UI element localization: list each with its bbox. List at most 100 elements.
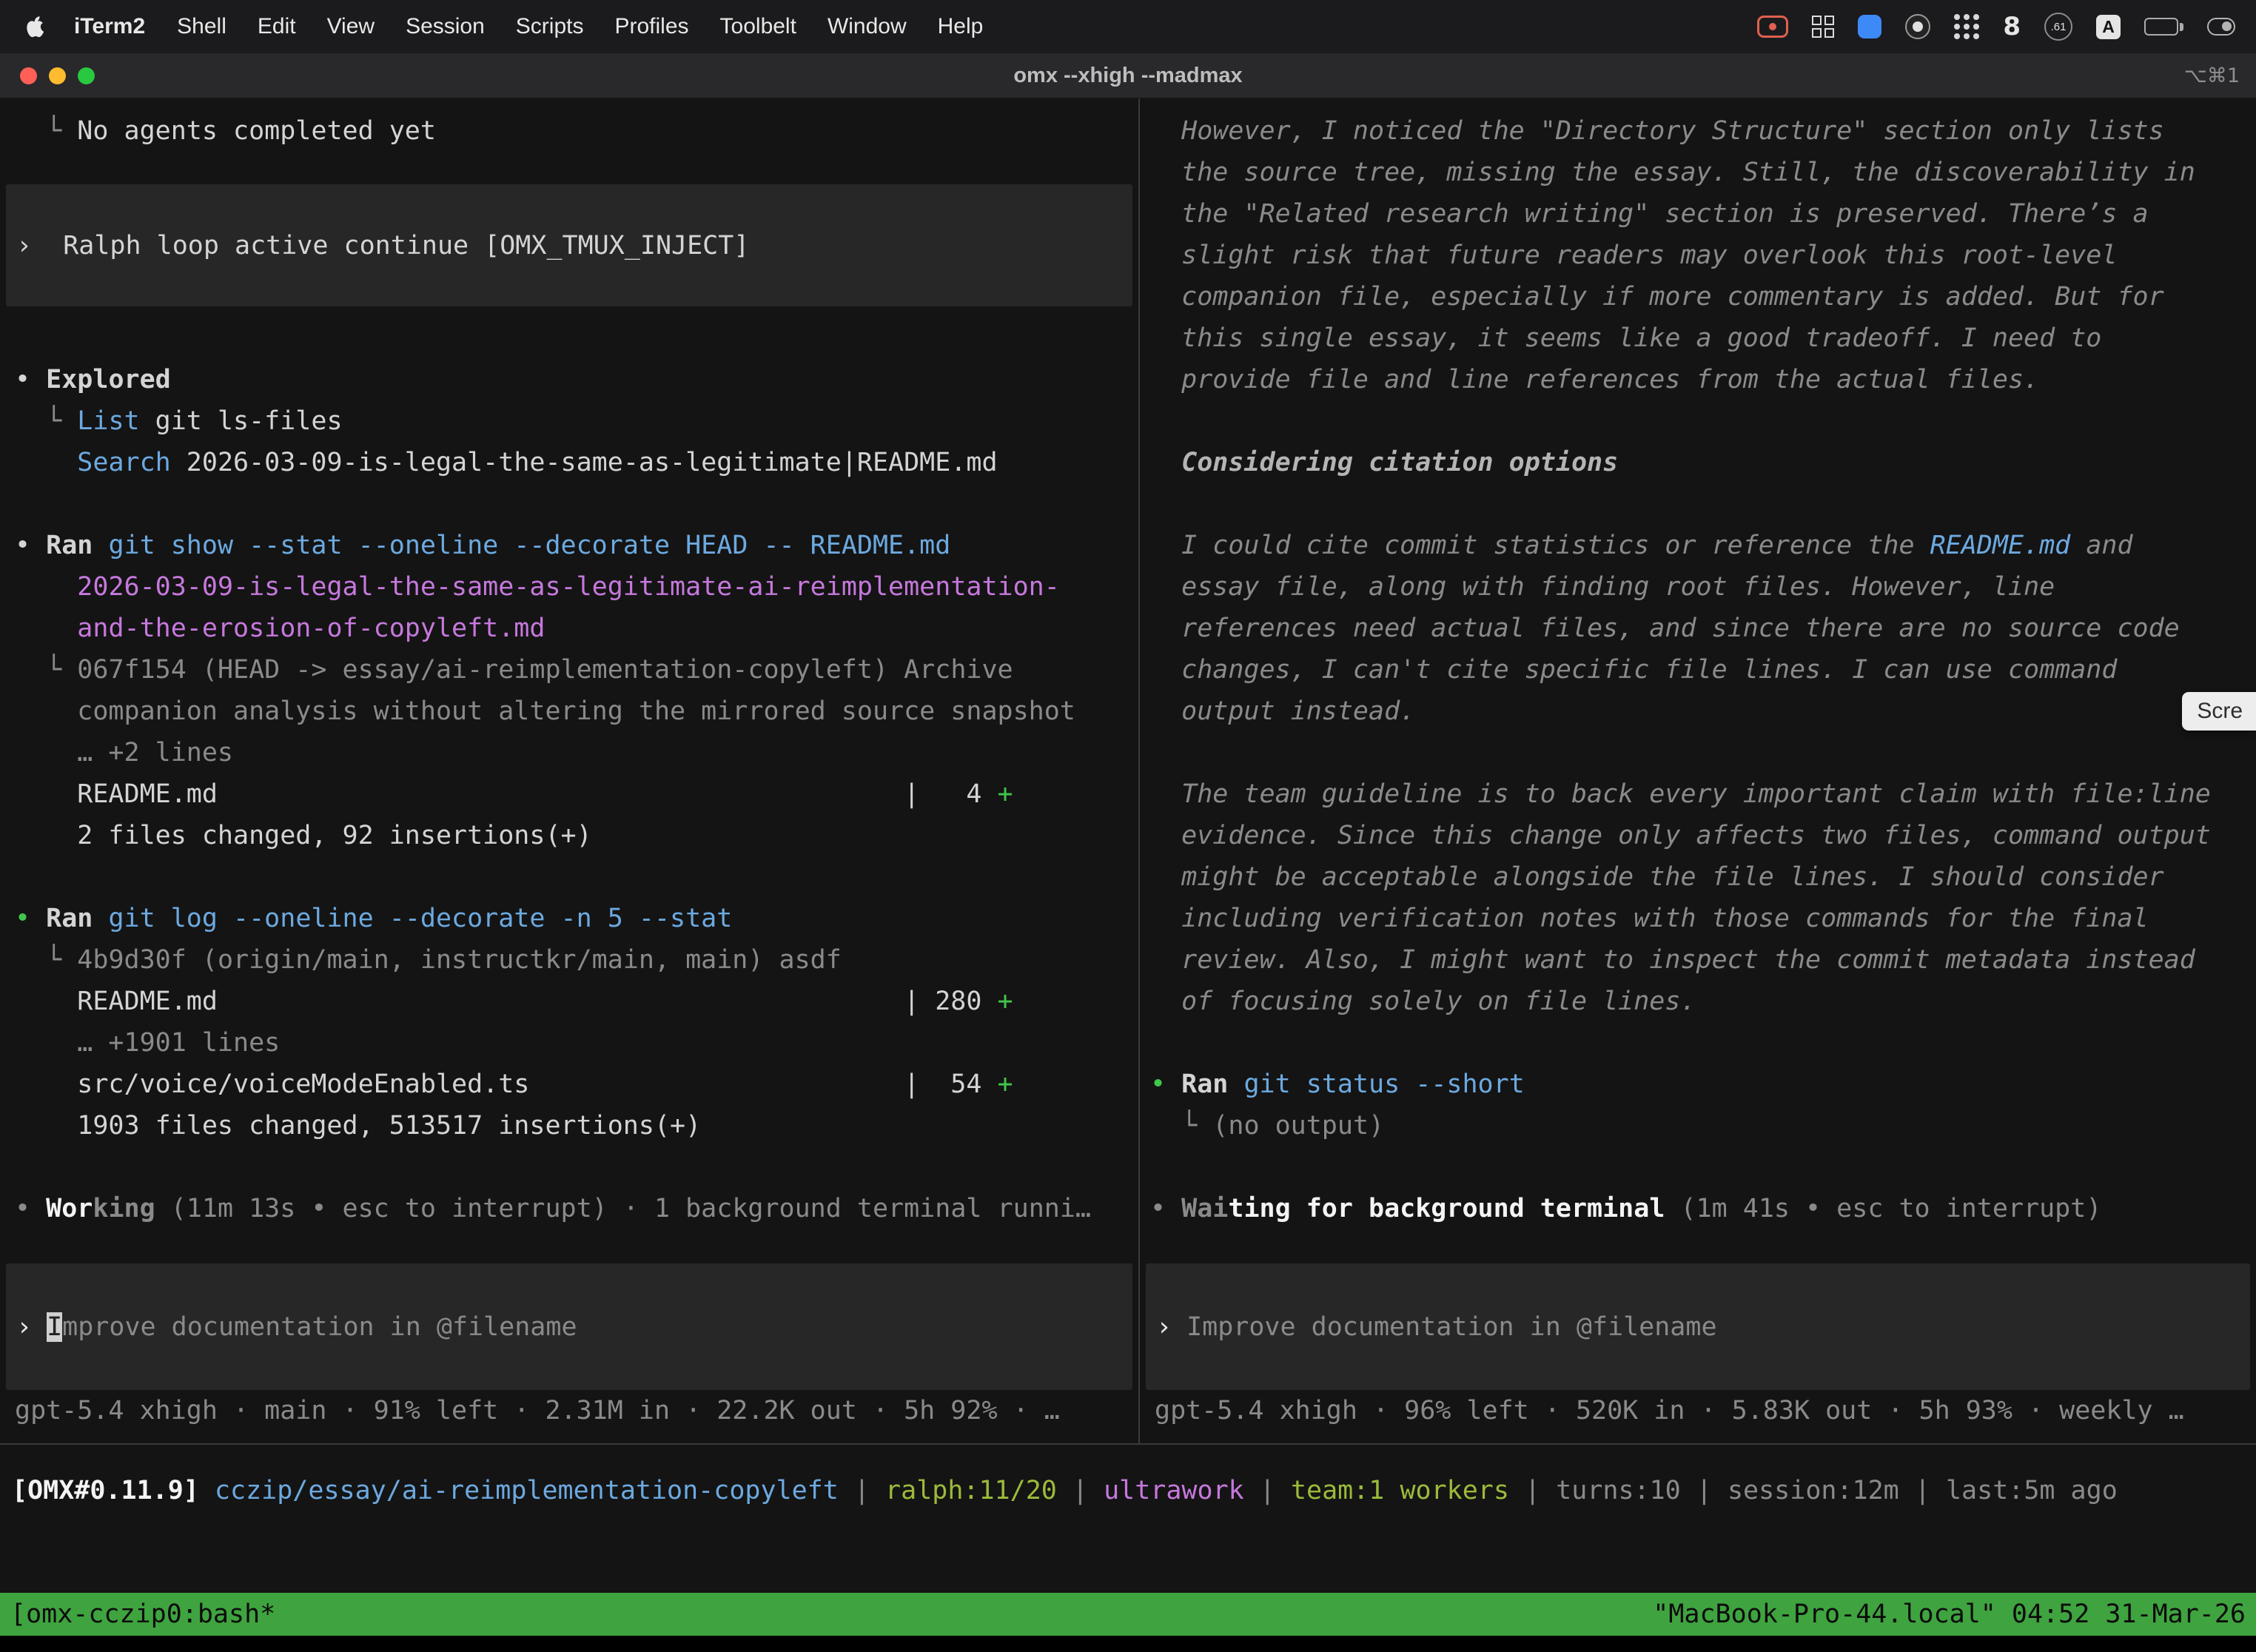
terminal-line: • Ran git show --stat --oneline --decora… (0, 525, 1138, 566)
terminal-line-blank (1140, 1022, 2256, 1064)
menu-item-view[interactable]: View (312, 14, 390, 38)
text-segment: | (1681, 1476, 1728, 1505)
terminal-line-blank (0, 856, 1138, 898)
menu-items: ShellEditViewSessionScriptsProfilesToolb… (161, 14, 998, 39)
battery-fraction-icon[interactable]: .61 (2044, 13, 2072, 41)
terminal-line: • Waiting for background terminal (1m 41… (1140, 1188, 2256, 1229)
raycast-icon[interactable] (1858, 15, 1881, 38)
terminal-line: 2 files changed, 92 insertions(+) (0, 815, 1138, 856)
tmux-host-clock-label: "MacBook-Pro-44.local" 04:52 31-Mar-26 (1653, 1599, 2246, 1629)
text-segment: and-the-erosion-of-copyleft.md (77, 614, 545, 643)
terminal-line: and-the-erosion-of-copyleft.md (0, 608, 1138, 649)
window-title-bar: omx --xhigh --madmax ⌥⌘1 (0, 53, 2256, 98)
terminal-line-blank (1140, 1146, 2256, 1188)
close-button[interactable] (20, 67, 37, 84)
text-segment: essay file, along with finding root file… (1150, 572, 2055, 602)
terminal-line: └ No agents completed yet (0, 110, 1138, 152)
text-segment: this single essay, it seems like a good … (1150, 323, 2101, 353)
menu-item-help[interactable]: Help (922, 14, 999, 38)
text-segment: … +1901 lines (15, 1028, 280, 1058)
text-segment: Explored (46, 365, 171, 394)
minimize-button[interactable] (49, 67, 66, 84)
screen-recording-indicator-icon[interactable] (1757, 16, 1788, 38)
prompt-input[interactable]: › Improve documentation in @filename (1146, 1263, 2250, 1390)
text-segment: and (2070, 531, 2132, 560)
menu-item-session[interactable]: Session (390, 14, 500, 38)
terminal-line: README.md | 280 + (0, 981, 1138, 1022)
screen-tooltip[interactable]: Scre (2182, 692, 2256, 731)
text-segment: turns:10 (1556, 1476, 1681, 1505)
apple-menu-icon[interactable] (25, 14, 47, 39)
prompt-chevron-icon: › (16, 1312, 32, 1342)
text-segment: • (1150, 1070, 1181, 1099)
terminal-line: The team guideline is to back every impo… (1140, 773, 2256, 815)
window-title: omx --xhigh --madmax (1013, 64, 1242, 88)
text-segment: | (1057, 1476, 1104, 1505)
text-segment: 2 files changed, 92 insertions(+) (15, 821, 592, 850)
terminal-line: of focusing solely on file lines. (1140, 981, 2256, 1022)
menu-item-edit[interactable]: Edit (242, 14, 312, 38)
terminal-line: └ 4b9d30f (origin/main, instructkr/main,… (0, 939, 1138, 981)
text-segment: the "Related research writing" section i… (1150, 199, 2149, 229)
input-value: Improve documentation in @filename (1186, 1312, 1716, 1342)
prompt-chevron-icon: › (1156, 1312, 1172, 1342)
text-segment: • (15, 531, 46, 560)
text-segment: └ (15, 116, 77, 146)
tmux-status-bar: [omx-cczip0:bash* "MacBook-Pro-44.local"… (0, 1593, 2256, 1636)
terminal-line: provide file and line references from th… (1140, 359, 2256, 400)
zoom-button[interactable] (78, 67, 95, 84)
menu-item-toolbelt[interactable]: Toolbelt (705, 14, 812, 38)
text-segment: └ (15, 406, 77, 436)
prompt-input[interactable]: ›Improve documentation in @filename (6, 1263, 1132, 1390)
terminal-line: 2026-03-09-is-legal-the-same-as-legitima… (0, 566, 1138, 608)
terminal-line: companion file, especially if more comme… (1140, 276, 2256, 318)
text-segment (199, 1476, 215, 1505)
terminal-line-blank (0, 1146, 1138, 1188)
control-center-icon[interactable] (2207, 18, 2235, 36)
right-pane[interactable]: However, I noticed the "Directory Struct… (1140, 98, 2256, 1443)
figure-eight-icon[interactable]: 8 (2003, 12, 2021, 41)
terminal-line: └ 067f154 (HEAD -> essay/ai-reimplementa… (0, 649, 1138, 691)
text-segment: git status --short (1243, 1070, 1524, 1099)
menu-status-icons: 8 .61 A (1757, 12, 2235, 41)
input-source-icon[interactable]: A (2096, 15, 2121, 39)
menu-item-iterm2[interactable]: iTerm2 (58, 14, 161, 39)
inject-banner: › Ralph loop active continue [OMX_TMUX_I… (6, 184, 1132, 306)
text-segment (1228, 1070, 1243, 1099)
shield-icon[interactable] (1905, 14, 1930, 39)
text-segment: 1903 files changed, 513517 insertions(+) (15, 1111, 701, 1141)
battery-icon[interactable] (2144, 18, 2183, 36)
text-segment: README.md | 280 (15, 987, 998, 1016)
terminal-line-blank (1140, 400, 2256, 442)
text-segment: src/voice/voiceModeEnabled.ts | 54 (15, 1070, 998, 1099)
text-segment: Ran (1181, 1070, 1228, 1099)
terminal-line: the source tree, missing the essay. Stil… (1140, 152, 2256, 193)
text-segment: › (16, 231, 32, 261)
traffic-lights (20, 53, 95, 98)
text-segment: king (93, 1194, 155, 1223)
terminal-line: including verification notes with those … (1140, 898, 2256, 939)
text-segment: 4b9d30f (origin/main, instructkr/main, m… (77, 945, 842, 975)
window-grid-icon[interactable] (1812, 16, 1834, 38)
terminal-line: changes, I can't cite specific file line… (1140, 649, 2256, 691)
menu-bar: iTerm2 ShellEditViewSessionScriptsProfil… (0, 0, 2256, 53)
text-segment: output instead. (1150, 696, 1415, 726)
terminal-line: 1903 files changed, 513517 insertions(+) (0, 1105, 1138, 1146)
menu-item-scripts[interactable]: Scripts (500, 14, 600, 38)
text-segment: + (998, 1070, 1013, 1099)
dots-grid-icon[interactable] (1954, 14, 1979, 39)
text-segment: README.md | 4 (15, 779, 998, 809)
menu-item-profiles[interactable]: Profiles (599, 14, 704, 38)
pane-bottom-divider (0, 1443, 2256, 1445)
text-segment: • (15, 1194, 46, 1223)
model-status-line: gpt-5.4 xhigh · 96% left · 520K in · 5.8… (1140, 1390, 2256, 1431)
terminal-line: might be acceptable alongside the file l… (1140, 856, 2256, 898)
terminal-line: essay file, along with finding root file… (1140, 566, 2256, 608)
right-composer: › Improve documentation in @filename gpt-… (1140, 1263, 2256, 1431)
menu-item-shell[interactable]: Shell (161, 14, 242, 38)
text-segment: last:5m ago (1946, 1476, 2118, 1505)
left-pane[interactable]: └ No agents completed yet › Ralph loop ac… (0, 98, 1138, 1443)
text-segment (93, 904, 108, 933)
menu-item-window[interactable]: Window (812, 14, 922, 38)
tmux-panes: └ No agents completed yet › Ralph loop ac… (0, 98, 2256, 1443)
